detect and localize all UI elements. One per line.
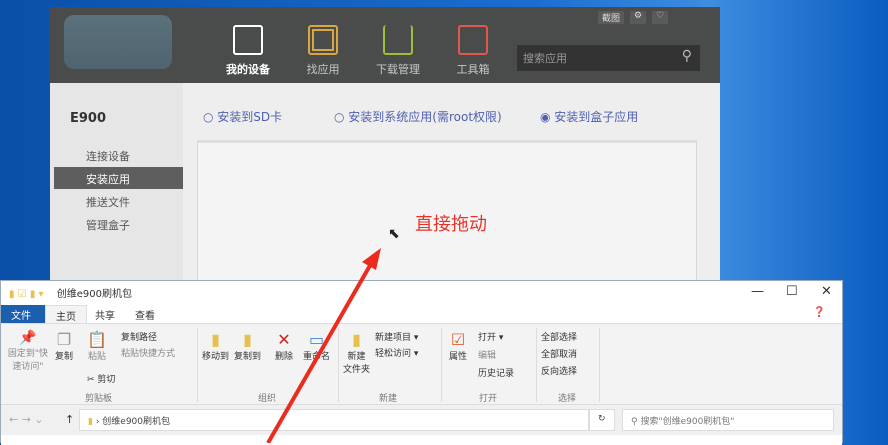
arrow-shaft xyxy=(266,261,374,443)
red-arrow-annotation xyxy=(266,248,381,443)
arrow-head xyxy=(362,248,381,270)
